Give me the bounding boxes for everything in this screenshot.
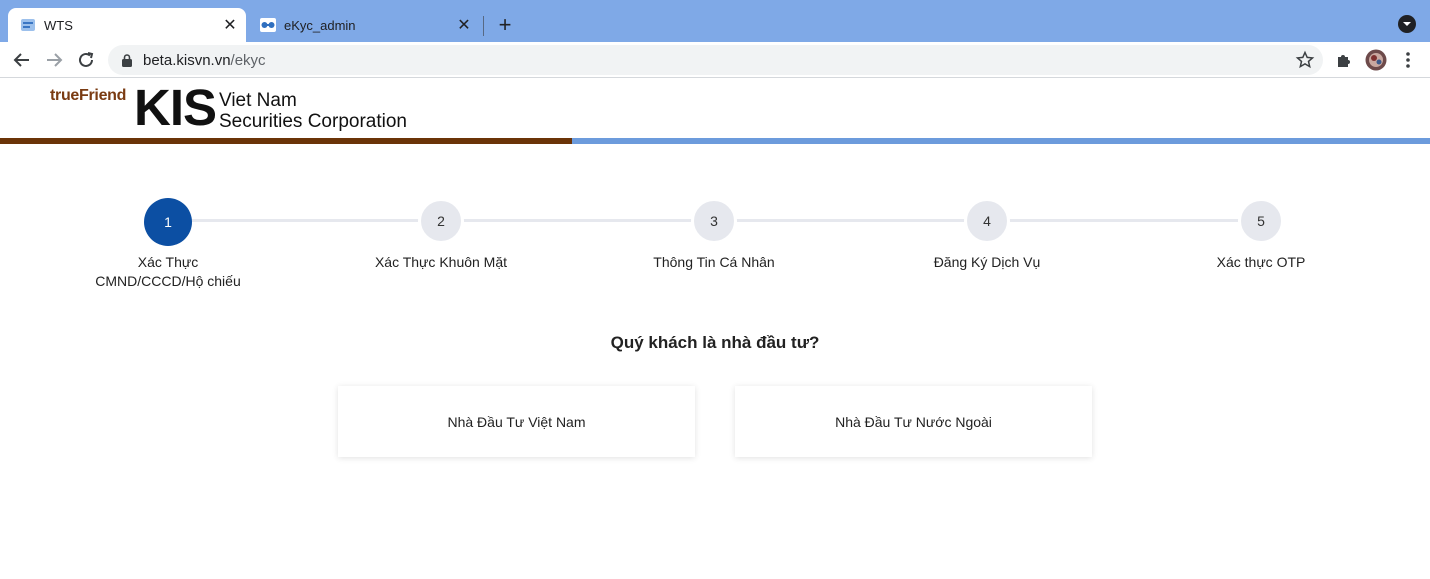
browser-menu-icon[interactable] [1396, 48, 1420, 72]
step-label: Xác thực OTP [1216, 254, 1306, 270]
step-label-line2: CMND/CCCD/Hộ chiếu [95, 273, 241, 289]
step-number: 1 [144, 198, 192, 246]
browser-tab-bar: WTS ✕ eKyc_admin ✕ + [0, 0, 1430, 42]
step-3: 3 Thông Tin Cá Nhân [614, 198, 814, 272]
lock-icon[interactable] [120, 53, 134, 67]
step-label: Thông Tin Cá Nhân [653, 254, 775, 270]
step-5: 5 Xác thực OTP [1161, 198, 1361, 272]
close-tab-icon[interactable]: ✕ [454, 15, 474, 35]
kis-favicon-icon [20, 17, 36, 33]
browser-tab-ekyc-admin[interactable]: eKyc_admin ✕ [248, 8, 480, 42]
step-2: 2 Xác Thực Khuôn Mặt [341, 198, 541, 272]
extensions-puzzle-icon[interactable] [1332, 48, 1356, 72]
tab-separator [483, 16, 484, 36]
truefriend-logo: trueFriend [50, 87, 127, 104]
tab-search-icon[interactable] [1398, 15, 1416, 33]
step-label: Xác Thực CMND/CCCD/Hộ chiếu [68, 253, 268, 291]
address-bar[interactable]: beta.kisvn.vn/ekyc [108, 45, 1323, 75]
new-tab-icon[interactable]: + [493, 12, 517, 37]
browser-tab-wts[interactable]: WTS ✕ [8, 8, 246, 42]
url-text: beta.kisvn.vn/ekyc [143, 52, 266, 69]
tab-title: WTS [44, 17, 73, 33]
company-name-line1: Viet Nam [219, 90, 297, 111]
site-header: trueFriend KIS Viet Nam Securities Corpo… [0, 79, 1430, 144]
url-path: /ekyc [230, 51, 266, 69]
back-arrow-icon[interactable] [10, 48, 34, 72]
company-name-line2: Securities Corporation [219, 111, 407, 132]
step-number: 5 [1238, 198, 1284, 244]
reload-icon[interactable] [74, 48, 98, 72]
ekyc-favicon-icon [260, 17, 276, 33]
close-tab-icon[interactable]: ✕ [220, 15, 240, 35]
step-4: 4 Đăng Ký Dịch Vụ [887, 198, 1087, 272]
forward-arrow-icon[interactable] [42, 48, 66, 72]
tab-title: eKyc_admin [284, 17, 356, 33]
choice-label: Nhà Đầu Tư Nước Ngoài [835, 413, 992, 430]
vietnam-investor-button[interactable]: Nhà Đầu Tư Việt Nam [338, 386, 695, 457]
step-number: 3 [691, 198, 737, 244]
profile-avatar[interactable] [1364, 48, 1388, 72]
browser-toolbar: beta.kisvn.vn/ekyc [0, 42, 1430, 78]
kis-logo: KIS [134, 79, 217, 136]
foreign-investor-button[interactable]: Nhà Đầu Tư Nước Ngoài [735, 386, 1092, 457]
step-label: Xác Thực Khuôn Mặt [374, 254, 508, 270]
url-host: beta.kisvn.vn [143, 51, 231, 69]
step-label-line1: Xác Thực [137, 254, 199, 270]
header-divider-blue [572, 138, 1430, 144]
step-1: 1 Xác Thực CMND/CCCD/Hộ chiếu [68, 198, 268, 291]
choice-label: Nhà Đầu Tư Việt Nam [447, 413, 586, 430]
investor-type-question: Quý khách là nhà đầu tư? [610, 333, 820, 352]
company-name: Viet Nam Securities Corporation [219, 90, 407, 132]
step-number: 2 [418, 198, 464, 244]
header-divider-brown [0, 138, 572, 144]
bookmark-star-icon[interactable] [1295, 50, 1315, 70]
step-label: Đăng Ký Dịch Vụ [933, 254, 1041, 270]
step-number: 4 [964, 198, 1010, 244]
